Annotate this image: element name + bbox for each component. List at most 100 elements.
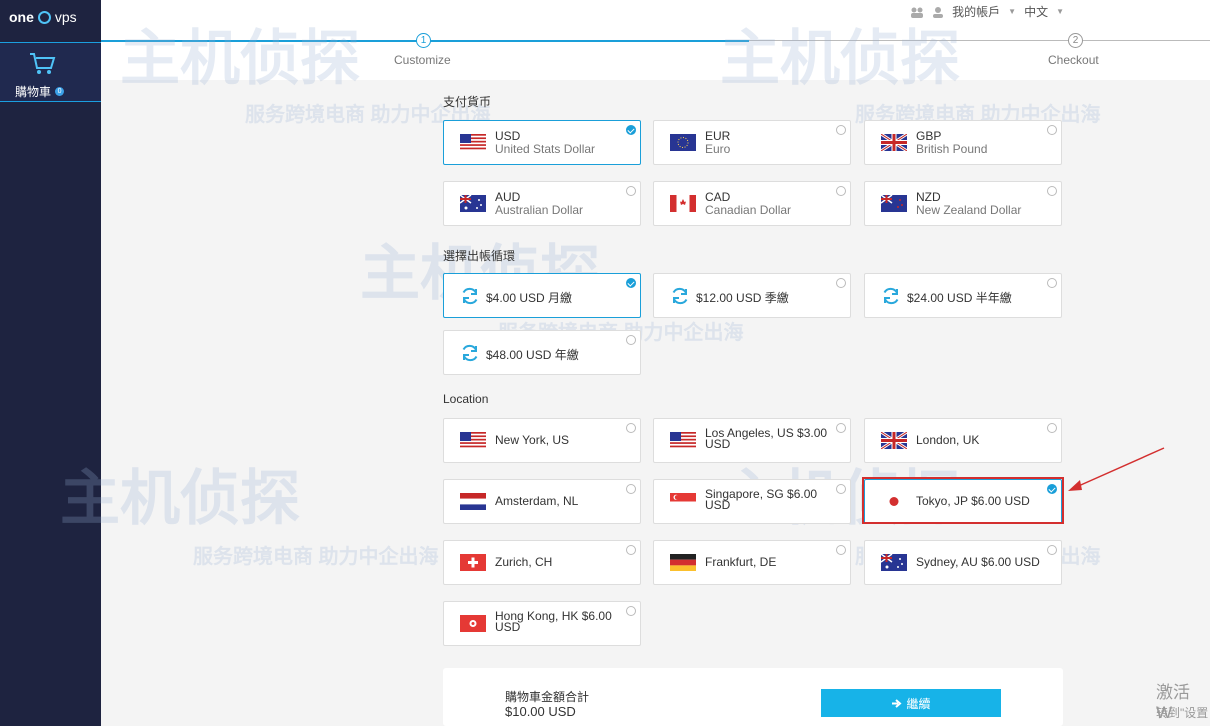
refresh-icon [672,287,688,305]
currency-label: USD United Stats Dollar [495,130,595,156]
progress-bar-remaining [749,40,1210,41]
currency-option-cad[interactable]: CAD Canadian Dollar [653,181,851,226]
billing-option-monthly[interactable]: $4.00 USD 月繳 [443,273,641,318]
chevron-down-icon: ▼ [1056,7,1064,16]
location-label: Amsterdam, NL [495,494,579,508]
selected-check-icon [1047,484,1057,494]
location-label: New York, US [495,433,570,447]
radio-icon [1047,186,1057,196]
currency-name: Euro [705,142,731,156]
currency-label: GBP British Pound [916,130,987,156]
location-label: London, UK [916,433,980,447]
annotation-arrow-icon [1068,447,1165,491]
my-account-menu[interactable]: 我的帳戶 [952,3,1000,20]
location-option-new-york[interactable]: New York, US [443,418,641,463]
de-flag-icon [670,554,696,571]
currency-option-eur[interactable]: EUR Euro [653,120,851,165]
step-2-indicator: 2 [1068,33,1083,48]
us-flag-icon [670,432,696,449]
currency-section-title: 支付貨币 [443,95,492,109]
radio-icon [836,545,846,555]
hk-flag-icon [460,615,486,632]
cart-summary-panel: 購物車金額合計 $10.00 USD 繼續 [443,668,1063,726]
selected-check-icon [626,278,636,288]
location-section-title: Location [443,392,489,406]
location-option-los-angeles[interactable]: Los Angeles, US $3.00 USD [653,418,851,463]
radio-icon [836,186,846,196]
currency-name: British Pound [916,142,988,156]
continue-button[interactable]: 繼續 [821,689,1001,717]
refresh-icon [462,344,478,362]
currency-name: Canadian Dollar [705,203,792,217]
radio-icon [626,423,636,433]
billing-option-quarterly[interactable]: $12.00 USD 季繳 [653,273,851,318]
billing-section-title: 選擇出帳循環 [443,249,516,263]
us-flag-icon [460,432,486,449]
logo-one-text: one [9,9,34,25]
currency-label: CAD Canadian Dollar [705,191,791,217]
radio-icon [836,125,846,135]
au-flag-icon [460,195,486,212]
currency-name: Australian Dollar [495,203,584,217]
us-flag-icon [460,134,486,151]
sidebar-item-cart[interactable]: 購物車 0 [0,42,101,102]
currency-option-nzd[interactable]: NZD New Zealand Dollar [864,181,1062,226]
step-1-indicator: 1 [416,33,431,48]
radio-icon [836,278,846,288]
jp-flag-icon [881,493,907,510]
location-option-frankfurt[interactable]: Frankfurt, DE [653,540,851,585]
uk-flag-icon [881,134,907,151]
location-label: Hong Kong, HK $6.00 USD [495,609,612,634]
nl-flag-icon [460,493,486,510]
currency-option-usd[interactable]: USD United Stats Dollar [443,120,641,165]
ca-flag-icon [670,195,696,212]
cart-total-value: $10.00 USD [505,704,576,719]
location-label: Singapore, SG $6.00 USD [705,487,818,512]
location-label: Tokyo, JP $6.00 USD [916,494,1030,508]
refresh-icon [883,287,899,305]
location-option-tokyo[interactable]: Tokyo, JP $6.00 USD [864,479,1062,524]
radio-icon [626,484,636,494]
location-option-singapore[interactable]: Singapore, SG $6.00 USD [653,479,851,524]
radio-icon [626,606,636,616]
continue-button-label: 繼續 [906,696,931,711]
cart-total-label: 購物車金額合計 [505,690,590,704]
currency-label: NZD New Zealand Dollar [916,191,1021,217]
cart-label-row: 購物車 0 [15,83,65,100]
currency-option-gbp[interactable]: GBP British Pound [864,120,1062,165]
cart-label: 購物車 [15,85,52,99]
radio-icon [1047,545,1057,555]
location-label: Los Angeles, US $3.00 USD [705,426,828,451]
location-option-amsterdam[interactable]: Amsterdam, NL [443,479,641,524]
logo-ring-icon [37,10,51,24]
billing-option-annual[interactable]: $48.00 USD 年繳 [443,330,641,375]
currency-label: AUD Australian Dollar [495,191,583,217]
radio-icon [626,335,636,345]
location-option-hong-kong[interactable]: Hong Kong, HK $6.00 USD [443,601,641,646]
ch-flag-icon [460,554,486,571]
location-option-sydney[interactable]: Sydney, AU $6.00 USD [864,540,1062,585]
onevps-logo[interactable]: one vps [9,9,77,25]
billing-option-label: $24.00 USD 半年繳 [907,291,1012,305]
language-menu[interactable]: 中文 [1024,3,1048,20]
radio-icon [1047,125,1057,135]
chevron-down-icon: ▼ [1008,7,1017,16]
location-option-zurich[interactable]: Zurich, CH [443,540,641,585]
location-label: Frankfurt, DE [705,555,777,569]
currency-name: New Zealand Dollar [916,203,1022,217]
os-activation-link[interactable]: 转到"设置 [1156,704,1208,721]
logo-vps-text: vps [54,9,77,25]
radio-icon [626,545,636,555]
shopping-cart-icon [30,53,56,74]
user-icon [933,6,944,18]
location-option-london[interactable]: London, UK [864,418,1062,463]
currency-name: United Stats Dollar [495,142,596,156]
arrow-right-icon [892,698,903,708]
refresh-icon [462,287,478,305]
nz-flag-icon [881,195,907,212]
cart-count-badge: 0 [55,87,65,96]
currency-option-aud[interactable]: AUD Australian Dollar [443,181,641,226]
uk-flag-icon [881,432,907,449]
radio-icon [836,484,846,494]
billing-option-semiannual[interactable]: $24.00 USD 半年繳 [864,273,1062,318]
